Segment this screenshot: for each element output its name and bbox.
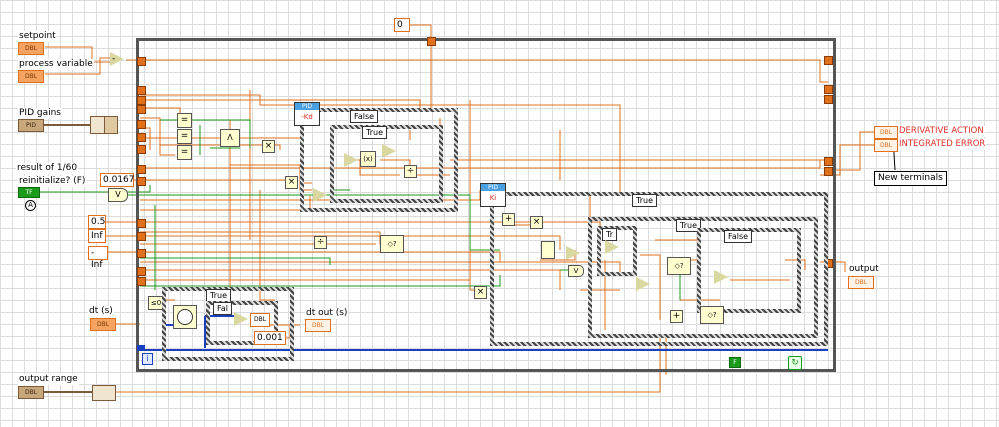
equal-node: =: [177, 113, 192, 128]
case-selector[interactable]: True: [362, 126, 387, 139]
subtract-label: -: [112, 54, 116, 64]
divide-node: ÷: [404, 165, 417, 178]
subtract-node: [344, 153, 358, 167]
in-range-node: ◇?: [380, 235, 404, 253]
compare-node: [382, 144, 396, 158]
pid-derivative-subvi[interactable]: PID -Kd: [294, 102, 320, 126]
constant-05[interactable]: 0.5: [88, 215, 106, 229]
shift-register: [137, 96, 146, 105]
case-selector[interactable]: False: [350, 110, 379, 123]
shift-register: [824, 167, 833, 176]
shift-register: [824, 157, 833, 166]
clock-icon: [177, 309, 193, 325]
dt-out-terminal[interactable]: DBL: [305, 319, 331, 332]
multiply-node: ×: [530, 216, 543, 229]
shift-register: [137, 249, 146, 258]
shift-register: [824, 56, 833, 65]
pid-gains-terminal[interactable]: PID: [18, 119, 44, 132]
compare-node: [605, 240, 619, 254]
loop-iteration-icon: i: [142, 353, 153, 365]
in-range-node: ◇?: [667, 257, 691, 275]
reinitialize-terminal[interactable]: TF: [18, 187, 40, 198]
pid-integral-subvi[interactable]: PID Ki: [480, 183, 506, 207]
derivative-action-terminal[interactable]: DBL: [874, 126, 898, 139]
pid-title: PID: [295, 103, 319, 110]
shift-register: [137, 86, 146, 95]
false-constant[interactable]: F: [729, 357, 741, 368]
shift-register: [137, 219, 146, 228]
shift-register: [137, 105, 146, 114]
pid-gains-label: PID gains: [18, 108, 62, 119]
zero-constant[interactable]: 0: [394, 18, 410, 32]
to-dbl-node: DBL: [250, 313, 270, 327]
shift-register: [824, 85, 833, 94]
pid-body: Ki: [489, 194, 497, 202]
multiply-node: ×: [474, 286, 487, 299]
compound-and-node: Λ: [220, 129, 240, 147]
multiply-node: ×: [285, 176, 298, 189]
pid-body: -Kd: [301, 113, 313, 121]
output-range-label: output range: [18, 374, 79, 385]
add-node: [566, 246, 580, 260]
equal-node: =: [177, 145, 192, 160]
shift-register: [137, 165, 146, 174]
not-or-node: V: [108, 188, 128, 202]
setpoint-label: setpoint: [18, 31, 57, 42]
dt-label: dt (s): [88, 306, 114, 317]
constant-neginf[interactable]: -Inf: [88, 246, 108, 270]
constant-0001[interactable]: 0.001: [254, 331, 286, 345]
case-selector[interactable]: False: [724, 230, 753, 243]
pid-title: PID: [481, 184, 505, 191]
add-node: +: [502, 213, 515, 226]
constant-inf[interactable]: Inf: [88, 229, 106, 243]
unbundle-node-2: [104, 116, 118, 134]
output-terminal[interactable]: DBL: [848, 276, 874, 289]
first-call-icon: A: [25, 200, 36, 211]
case-selector[interactable]: Fal: [213, 302, 232, 315]
integrated-error-terminal[interactable]: DBL: [874, 139, 898, 152]
output-range-terminal[interactable]: DBL: [18, 386, 44, 399]
shift-register: [137, 277, 146, 286]
dt-out-label: dt out (s): [305, 308, 349, 319]
filter-node: (x): [360, 151, 376, 167]
output-label: output: [848, 264, 880, 275]
in-range-node: ◇?: [700, 306, 724, 324]
build-cluster-node: [541, 241, 555, 259]
process-variable-terminal[interactable]: DBL: [18, 70, 44, 83]
loop-count-icon: [137, 345, 145, 351]
add-node: [636, 277, 650, 291]
shift-register: [137, 232, 146, 241]
shift-register: [137, 57, 146, 66]
shift-register: [137, 120, 146, 129]
divide-node: ÷: [314, 236, 327, 249]
reinitialize-label: reinitialize? (F): [18, 176, 87, 187]
integrated-error-label: INTEGRATED ERROR: [898, 139, 987, 150]
process-variable-label: process variable: [18, 59, 94, 70]
case-selector[interactable]: True: [632, 194, 657, 207]
setpoint-terminal[interactable]: DBL: [18, 42, 44, 55]
tunnel: [427, 37, 436, 46]
shift-register: [137, 133, 146, 142]
equal-node: =: [177, 129, 192, 144]
or-node: V: [568, 265, 584, 277]
constant-0167[interactable]: 0.0167: [100, 173, 135, 187]
shift-register: [137, 267, 146, 276]
tick-count-icon: [173, 305, 197, 329]
shift-register: [137, 177, 146, 186]
new-terminals-annotation: New terminals: [874, 171, 947, 186]
multiply-node: ×: [262, 140, 275, 153]
unbundle-range-node: [92, 385, 116, 401]
subtract-node: [234, 312, 248, 326]
compare-node: [313, 188, 327, 202]
shift-register: [824, 95, 833, 104]
derivative-action-label: DERIVATIVE ACTION: [898, 126, 985, 137]
add-node: +: [670, 310, 683, 323]
result-label: result of 1/60: [16, 163, 79, 174]
shift-register: [137, 145, 146, 154]
compare-node: [714, 270, 728, 284]
dt-terminal[interactable]: DBL: [90, 318, 116, 331]
loop-stop-terminal[interactable]: ↻: [788, 356, 802, 370]
